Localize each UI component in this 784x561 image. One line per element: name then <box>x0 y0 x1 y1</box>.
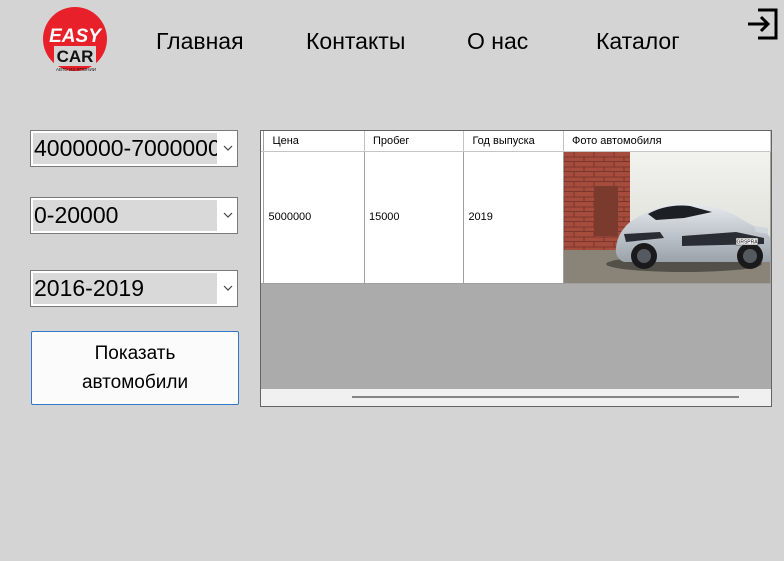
chevron-down-icon <box>223 285 233 291</box>
chevron-down-icon <box>223 212 233 218</box>
cell-car-photo[interactable]: GRSPRA <box>563 151 771 284</box>
easy-car-logo: EASY CAR АВТО ИЗ ЯПОНИИ <box>43 7 107 72</box>
mileage-range-combobox[interactable]: 0-20000 <box>30 197 238 234</box>
table-header-row: Цена Пробег Год выпуска Фото автомобиля <box>261 131 771 152</box>
car-photo: GRSPRA <box>563 151 770 283</box>
column-header-year[interactable]: Год выпуска <box>463 131 564 152</box>
column-header-photo[interactable]: Фото автомобиля <box>563 131 771 152</box>
show-button-line1: Показать <box>94 343 176 364</box>
logo-text-car: CAR <box>57 47 94 66</box>
show-button-line2: автомобили <box>81 372 189 393</box>
nav-about[interactable]: О нас <box>467 28 528 55</box>
chevron-down-icon <box>223 145 233 151</box>
table-row[interactable]: 5000000 15000 2019 GRSPRA <box>261 151 771 284</box>
cell-price[interactable]: 5000000 <box>263 151 365 284</box>
column-header-mileage[interactable]: Пробег <box>364 131 465 152</box>
logo-tagline: АВТО ИЗ ЯПОНИИ <box>56 67 96 72</box>
horizontal-scrollbar[interactable] <box>261 389 771 406</box>
nav-home[interactable]: Главная <box>156 28 244 55</box>
nav-contacts[interactable]: Контакты <box>306 28 405 55</box>
year-range-combobox[interactable]: 2016-2019 <box>30 270 238 307</box>
mileage-range-value: 0-20000 <box>33 200 217 231</box>
price-range-value: 4000000-7000000 <box>33 133 217 164</box>
cars-data-grid[interactable]: Цена Пробег Год выпуска Фото автомобиля … <box>260 130 772 407</box>
scrollbar-thumb[interactable] <box>352 396 739 398</box>
price-range-combobox[interactable]: 4000000-7000000 <box>30 130 238 167</box>
logo-text-easy: EASY <box>49 26 103 47</box>
column-header-price[interactable]: Цена <box>263 131 365 152</box>
logout-icon[interactable] <box>744 6 780 42</box>
license-plate-text: GRSPRA <box>736 239 758 245</box>
show-cars-button[interactable]: Показать автомобили <box>31 331 239 405</box>
cell-year[interactable]: 2019 <box>463 151 564 284</box>
year-range-value: 2016-2019 <box>33 273 217 304</box>
cell-mileage[interactable]: 15000 <box>364 151 465 284</box>
cars-table: Цена Пробег Год выпуска Фото автомобиля … <box>261 131 771 284</box>
nav-catalog[interactable]: Каталог <box>596 28 680 55</box>
